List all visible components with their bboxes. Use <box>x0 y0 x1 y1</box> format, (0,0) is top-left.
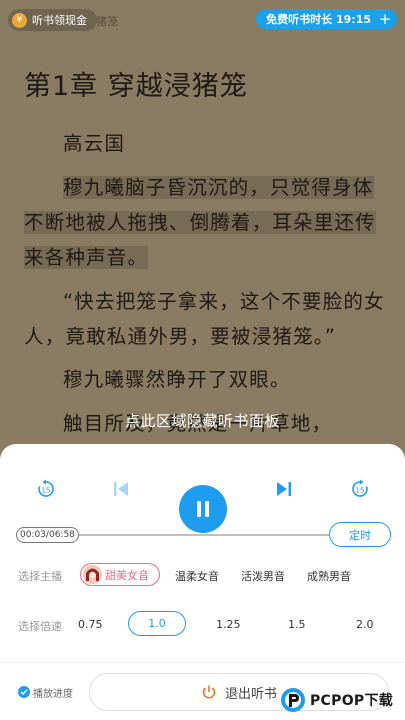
check-icon <box>20 689 28 695</box>
avatar <box>83 565 102 584</box>
watermark-logo: PCPOP下载 <box>280 684 393 716</box>
rewind-icon: 15 <box>38 479 54 497</box>
forward-icon: 15 <box>352 479 368 497</box>
voice-option[interactable]: 活泼男音 <box>241 568 285 584</box>
pause-button[interactable] <box>179 485 227 533</box>
highlighted-text: 穆九曦脑子昏沉沉的，只觉得身体不断地被人拖拽、倒腾着，耳朵里还传来各种声音。 <box>24 176 376 269</box>
voice-option-label: 甜美女音 <box>105 568 149 582</box>
forward-seconds: 15 <box>356 487 365 495</box>
next-chapter-button[interactable] <box>273 478 295 500</box>
paragraph-highlighted: 穆九曦脑子昏沉沉的，只觉得身体不断地被人拖拽、倒腾着，耳朵里还传来各种声音。 <box>24 170 388 275</box>
speed-row-label: 选择倍速 <box>18 620 62 633</box>
free-listen-time-label: 免费听书时长 19:15 <box>266 13 371 26</box>
voice-option[interactable]: 成熟男音 <box>307 568 351 584</box>
skip-next-icon <box>277 482 291 496</box>
timer-button[interactable]: 定时 <box>329 522 391 547</box>
listen-reward-chip[interactable]: ¥ 听书领现金 <box>8 9 97 31</box>
chapter-title: 第1章 穿越浸猪笼 <box>24 71 248 102</box>
reader-page[interactable]: ¥ 听书领现金 猪笼 免费听书时长 19:15 + 第1章 穿越浸猪笼 高云国 … <box>0 0 405 460</box>
rewind-seconds: 15 <box>42 487 51 495</box>
coin-icon: ¥ <box>12 12 27 28</box>
speed-option[interactable]: 1.5 <box>288 618 306 631</box>
voice-option-selected[interactable]: 甜美女音 <box>80 563 160 586</box>
rewind-15-button[interactable]: 15 <box>35 478 57 500</box>
speed-option[interactable]: 1.25 <box>216 618 241 631</box>
plus-icon[interactable]: + <box>377 10 393 28</box>
voice-row-label: 选择主播 <box>18 570 62 583</box>
hide-panel-tip[interactable]: 点此区域隐藏听书面板 <box>0 410 405 431</box>
watermark-text: PCPOP下载 <box>310 693 394 709</box>
pause-icon <box>197 501 209 517</box>
playback-progress-slider[interactable]: 00:03/06:58 <box>16 527 348 543</box>
speed-option[interactable]: 2.0 <box>356 618 374 631</box>
speed-option[interactable]: 0.75 <box>78 618 103 631</box>
playback-controls: 15 15 <box>0 464 405 533</box>
exit-listen-label: 退出听书 <box>224 686 277 702</box>
paragraph: 高云国 <box>63 132 126 155</box>
speed-option-selected[interactable]: 1.0 <box>128 611 186 636</box>
progress-checkbox[interactable] <box>18 686 30 698</box>
free-listen-time-chip[interactable]: 免费听书时长 19:15 + <box>256 9 397 29</box>
listen-reward-label: 听书领现金 <box>32 14 87 27</box>
paragraph: 穆九曦骤然睁开了双眼。 <box>63 368 291 391</box>
previous-chapter-button[interactable] <box>110 478 132 500</box>
time-display[interactable]: 00:03/06:58 <box>16 527 79 543</box>
faded-chapter-name: 猪笼 <box>96 15 118 28</box>
pcpop-logo-icon <box>281 688 305 712</box>
progress-checkbox-label: 播放进度 <box>33 689 73 700</box>
skip-previous-icon <box>114 482 128 496</box>
power-icon <box>202 685 216 699</box>
voice-option[interactable]: 温柔女音 <box>175 568 219 584</box>
paragraph: “快去把笼子拿来，这个不要脸的女人，竟敢私通外男，要被浸猪笼。” <box>24 290 385 348</box>
forward-15-button[interactable]: 15 <box>349 478 371 500</box>
